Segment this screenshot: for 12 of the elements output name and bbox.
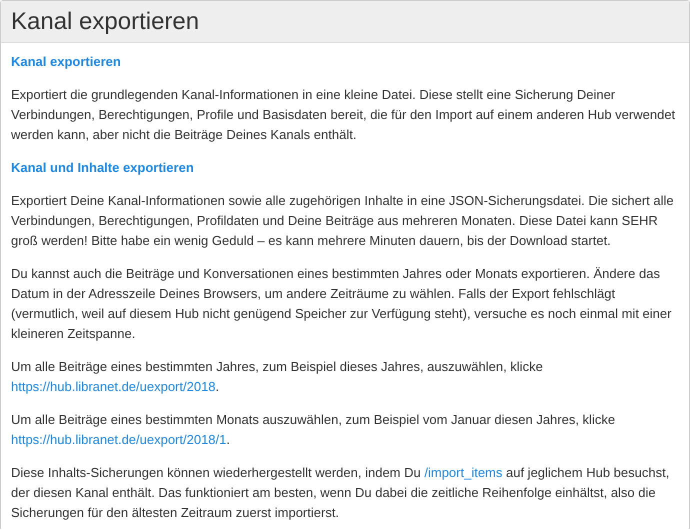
paragraph: Um alle Beiträge eines bestimmten Monats auszuwählen, zum Beispiel vom Januar diesen Jahres, klicke https://hub.libranet.de/uexport/2018/1. [11,411,616,449]
link[interactable]: https://hub.libranet.de/uexport/2018 [11,379,216,394]
paragraph: Du kannst auch die Beiträge und Konversationen eines bestimmten Jahres oder Monats exportieren. Ändere das Datum in der Adresszeile Deines Browsers, um andere Zeiträume zu wählen. Falls der Export fehlschlägt (vermutlich, weil auf diesem Hub nicht genügend Speicher zur Verfügung steht), versuche es noch einmal mit einer kleineren Zeitspanne. [11,265,672,343]
link[interactable]: /import_items [424,465,502,480]
paragraph: Um alle Beiträge eines bestimmten Jahres, zum Beispiel dieses Jahres, auszuwählen, klicke https://hub.libranet.de/uexport/2018. [11,358,544,396]
paragraph: Exportiert die grundlegenden Kanal-Informationen in eine kleine Datei. Diese stellt eine Sicherung Deiner Verbindungen, Berechtigungen, Profile und Basisdaten bereit, die für den Import auf einem anderen Hub verwendet werden kann, aber nicht die Beiträge Deines Kanals enthält. [11,86,676,144]
section-heading-link[interactable]: Kanal exportieren [11,54,121,69]
panel-title: Kanal exportieren [11,8,200,36]
paragraph: Exportiert Deine Kanal-Informationen sowie alle zugehörigen Inhalte in eine JSON-Sicherungsdatei. Die sichert alle Verbindungen, Berechtigungen, Profildaten und Deine Beiträge aus mehreren Monaten. Diese Datei kann SEHR groß werden! Bitte habe ein wenig Geduld – es kann mehrere Minuten dauern, bis der Download startet. [11,192,675,250]
link[interactable]: https://hub.libranet.de/uexport/2018/1 [11,432,226,447]
paragraph: Diese Inhalts-Sicherungen können wiederhergestellt werden, indem Du /import_items auf jeglichem Hub besuchst, der diesen Kanal enthält. Das funktioniert am besten, wenn Du dabei die zeitliche Reihenfolge einhältst, also die Sicherungen für den ältesten Zeitraum zuerst importierst. [11,464,670,522]
section-heading-link[interactable]: Kanal und Inhalte exportieren [11,160,194,175]
